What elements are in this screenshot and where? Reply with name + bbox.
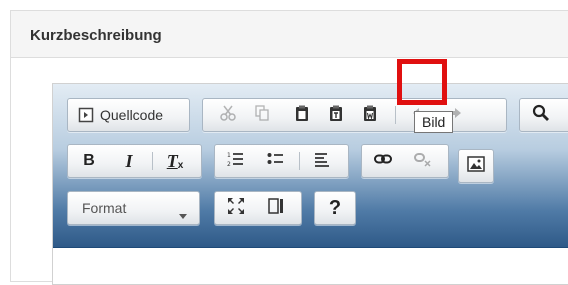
maximize-icon (227, 197, 245, 220)
unlink-icon (414, 150, 432, 173)
bulleted-list-button[interactable] (261, 145, 291, 177)
source-icon (78, 107, 94, 123)
find-button[interactable] (526, 99, 556, 131)
editor-toolbar: Quellcode B I T x 1 2 Format ? (53, 84, 568, 248)
paste-word-button[interactable] (355, 99, 385, 131)
align-left-icon (313, 150, 331, 173)
clipboard-group (202, 98, 507, 132)
list-group: 12 (214, 144, 349, 178)
bulleted-list-icon (267, 150, 285, 173)
chevron-down-icon (179, 206, 187, 222)
source-group: Quellcode (67, 98, 190, 132)
link-button[interactable] (368, 145, 398, 177)
bold-button[interactable]: B (74, 145, 104, 177)
help-button[interactable]: ? (320, 192, 350, 224)
show-blocks-button[interactable] (261, 192, 291, 224)
basic-styles-group: B I T x (67, 144, 202, 178)
image-tooltip: Bild (414, 111, 454, 133)
format-dropdown[interactable]: Format (68, 192, 199, 224)
maximize-button[interactable] (221, 192, 251, 224)
search-group (519, 98, 568, 132)
svg-text:1: 1 (227, 152, 231, 159)
image-icon (467, 155, 485, 177)
italic-label: I (125, 150, 133, 171)
numbered-list-icon: 12 (227, 150, 245, 173)
italic-button[interactable]: I (114, 145, 144, 177)
separator (299, 152, 300, 170)
format-group: Format (67, 191, 200, 225)
image-group (458, 149, 494, 183)
remove-format-sub: x (177, 159, 184, 171)
link-icon (374, 150, 392, 173)
format-label: Format (82, 200, 127, 216)
source-button[interactable]: Quellcode (68, 99, 189, 131)
help-label: ? (328, 196, 342, 219)
cut-icon (219, 104, 237, 127)
tools-group (214, 191, 302, 225)
paste-text-button[interactable] (321, 99, 351, 131)
short-description-panel: Kurzbeschreibung Quellcode B I T x 1 2 F… (10, 10, 568, 285)
rich-text-editor: Quellcode B I T x 1 2 Format ? (52, 83, 568, 285)
paste-word-icon (361, 104, 379, 127)
copy-icon (253, 104, 271, 127)
panel-title: Kurzbeschreibung (30, 27, 162, 44)
copy-button[interactable] (247, 99, 277, 131)
unlink-button[interactable] (408, 145, 438, 177)
cut-button[interactable] (213, 99, 243, 131)
remove-format-button[interactable]: T x (160, 145, 190, 177)
paste-text-icon (327, 104, 345, 127)
help-group: ? (314, 191, 356, 225)
show-blocks-icon (267, 197, 285, 220)
editor-content-area[interactable] (53, 248, 568, 284)
image-button-highlight (397, 59, 447, 105)
separator (395, 106, 396, 124)
paste-icon (293, 104, 311, 127)
panel-header: Kurzbeschreibung (11, 11, 568, 58)
numbered-list-button[interactable]: 12 (221, 145, 251, 177)
bold-label: B (83, 152, 95, 169)
align-left-button[interactable] (307, 145, 337, 177)
svg-text:2: 2 (227, 161, 231, 168)
link-group (361, 144, 449, 178)
image-button[interactable] (461, 150, 491, 182)
paste-button[interactable] (287, 99, 317, 131)
remove-format-label: T (166, 150, 178, 171)
search-icon (532, 104, 550, 127)
source-label: Quellcode (100, 107, 164, 123)
separator (152, 152, 153, 170)
